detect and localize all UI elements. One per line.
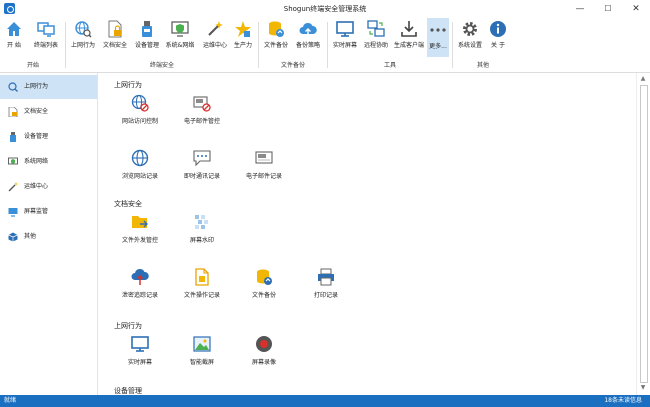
monitor-icon bbox=[131, 336, 149, 352]
generate-client-button[interactable]: 生成客户端 bbox=[392, 20, 426, 56]
window-title: Shogun终端安全管理系统 bbox=[283, 5, 367, 13]
more-button[interactable]: 更多... bbox=[427, 18, 449, 57]
file-backup-button[interactable]: 文件备份 bbox=[261, 20, 291, 56]
doc-lock-icon bbox=[108, 20, 122, 38]
about-button[interactable]: 关 于 bbox=[487, 20, 509, 56]
usb-device-icon bbox=[142, 21, 152, 37]
sidebar: 上网行为 文档安全 设备管理 系统网络 运维中心 屏幕监管 其他 bbox=[0, 73, 98, 395]
main-content: 上网行为 网站访问控制 电子邮件管控 浏览网站记录 即时通讯记录 电子邮件记录 … bbox=[98, 73, 636, 395]
printer-icon bbox=[318, 268, 334, 286]
web-behavior-button[interactable]: 上网行为 bbox=[68, 20, 98, 56]
remote-desktop-icon bbox=[367, 20, 385, 37]
image-icon bbox=[193, 336, 211, 352]
group-label-endpoint-security: 终端安全 bbox=[149, 62, 174, 69]
sidebar-item-other[interactable]: 其他 bbox=[0, 225, 97, 249]
monitor-icon bbox=[336, 21, 354, 37]
section-title-web-behavior-2: 上网行为 bbox=[114, 322, 142, 330]
doc-security-button[interactable]: 文档安全 bbox=[100, 20, 130, 56]
card-screen-watermark[interactable]: 屏幕水印 bbox=[170, 213, 234, 244]
email-block-icon bbox=[193, 96, 211, 112]
card-screen-recording[interactable]: 屏幕录像 bbox=[232, 335, 296, 366]
globe-block-icon bbox=[131, 94, 149, 112]
title-bar: Shogun终端安全管理系统 — ☐ ✕ bbox=[0, 0, 650, 18]
card-file-outgoing-control[interactable]: 文件外发管控 bbox=[108, 213, 172, 244]
download-icon bbox=[401, 21, 417, 37]
maximize-button[interactable]: ☐ bbox=[594, 0, 622, 18]
email-icon bbox=[255, 151, 273, 164]
card-smart-screenshot[interactable]: 智能截屏 bbox=[170, 335, 234, 366]
document-icon bbox=[195, 268, 209, 286]
scroll-down-arrow-icon[interactable]: ▼ bbox=[639, 384, 647, 392]
unread-messages-link[interactable]: 18条未读信息 bbox=[604, 395, 642, 407]
sidebar-item-screen-monitoring[interactable]: 屏幕监管 bbox=[0, 200, 97, 224]
watermark-icon bbox=[195, 215, 208, 229]
ops-center-button[interactable]: 运维中心 bbox=[199, 20, 231, 56]
realtime-screen-button[interactable]: 实时屏幕 bbox=[330, 20, 360, 56]
cloud-upload-icon bbox=[299, 22, 317, 35]
group-label-file-backup: 文件备份 bbox=[280, 62, 305, 69]
sidebar-item-web-behavior[interactable]: 上网行为 bbox=[0, 75, 97, 99]
chat-bubble-icon bbox=[193, 150, 211, 167]
card-email-records[interactable]: 电子邮件记录 bbox=[232, 149, 296, 180]
record-icon bbox=[256, 336, 272, 352]
card-file-backup[interactable]: 文件备份 bbox=[232, 268, 296, 299]
doc-lock-icon bbox=[8, 107, 18, 117]
sidebar-item-ops-center[interactable]: 运维中心 bbox=[0, 175, 97, 199]
info-icon bbox=[490, 21, 506, 37]
card-realtime-screen[interactable]: 实时屏幕 bbox=[108, 335, 172, 366]
monitor-icon bbox=[8, 208, 18, 217]
card-im-records[interactable]: 即时通讯记录 bbox=[170, 149, 234, 180]
start-button[interactable]: 开 始 bbox=[3, 20, 25, 56]
backup-policy-button[interactable]: 备份策略 bbox=[293, 20, 323, 56]
more-dots-icon bbox=[430, 28, 446, 32]
section-title-doc-security: 文档安全 bbox=[114, 200, 142, 208]
section-title-device-management: 设备管理 bbox=[114, 387, 142, 395]
group-label-other: 其他 bbox=[476, 62, 489, 69]
card-email-control[interactable]: 电子邮件管控 bbox=[170, 94, 234, 125]
card-file-operation-records[interactable]: 文件操作记录 bbox=[170, 268, 234, 299]
web-search-icon bbox=[75, 21, 92, 38]
group-label-tools: 工具 bbox=[383, 62, 396, 69]
card-browsing-records[interactable]: 浏览网站记录 bbox=[108, 149, 172, 180]
productivity-button[interactable]: 生产力 bbox=[231, 20, 255, 56]
web-search-icon bbox=[8, 82, 18, 92]
system-settings-button[interactable]: 系统设置 bbox=[456, 20, 484, 56]
status-bar: 就绪 18条未读信息 bbox=[0, 395, 650, 407]
sidebar-item-device-management[interactable]: 设备管理 bbox=[0, 125, 97, 149]
card-website-access-control[interactable]: 网站访问控制 bbox=[108, 94, 172, 125]
card-leak-tracking-records[interactable]: 泄密追踪记录 bbox=[108, 268, 172, 299]
network-shield-icon bbox=[171, 21, 189, 37]
network-icon bbox=[8, 157, 18, 165]
globe-icon bbox=[131, 149, 149, 167]
cloud-upload-icon bbox=[131, 268, 149, 285]
productivity-star-icon bbox=[235, 21, 251, 37]
cube-icon bbox=[8, 232, 18, 242]
scroll-thumb[interactable] bbox=[640, 85, 648, 383]
usb-device-icon bbox=[10, 132, 16, 142]
sidebar-item-system-network[interactable]: 系统网络 bbox=[0, 150, 97, 174]
remote-assist-button[interactable]: 远程协助 bbox=[361, 20, 391, 56]
section-title-web-behavior: 上网行为 bbox=[114, 81, 142, 89]
magic-wand-icon bbox=[208, 21, 223, 36]
sidebar-item-doc-security[interactable]: 文档安全 bbox=[0, 100, 97, 124]
system-network-button[interactable]: 系统&网络 bbox=[164, 20, 196, 56]
terminal-list-icon bbox=[37, 22, 55, 37]
group-label-start: 开始 bbox=[26, 62, 39, 69]
terminal-list-button[interactable]: 终端列表 bbox=[30, 20, 62, 56]
database-backup-icon bbox=[269, 21, 284, 37]
gear-icon bbox=[463, 22, 477, 36]
ribbon-toolbar: 开 始 终端列表 上网行为 文档安全 设备管理 系统&网络 运维中心 生产力 文… bbox=[0, 18, 650, 73]
status-text: 就绪 bbox=[4, 397, 17, 404]
device-management-button[interactable]: 设备管理 bbox=[132, 20, 162, 56]
minimize-button[interactable]: — bbox=[566, 0, 594, 18]
scroll-up-arrow-icon[interactable]: ▲ bbox=[639, 75, 647, 83]
home-icon bbox=[7, 22, 21, 36]
folder-send-icon bbox=[132, 216, 148, 228]
vertical-scrollbar[interactable]: ▲ ▼ bbox=[636, 73, 649, 395]
close-button[interactable]: ✕ bbox=[622, 0, 650, 18]
card-print-records[interactable]: 打印记录 bbox=[294, 268, 358, 299]
magic-wand-icon bbox=[8, 182, 18, 192]
database-backup-icon bbox=[257, 269, 272, 285]
